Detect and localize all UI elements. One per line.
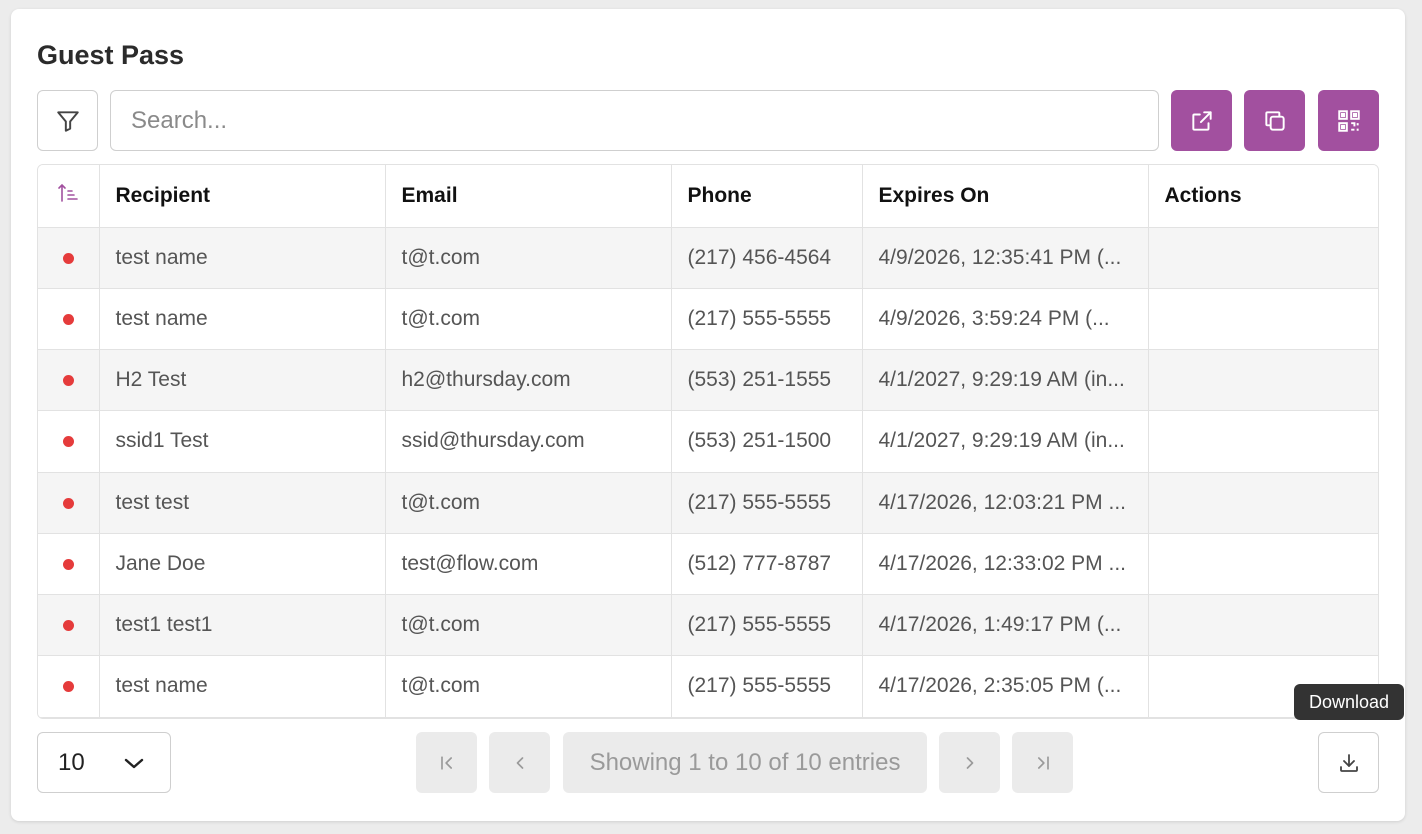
actions-cell [1148, 349, 1378, 412]
recipient-cell: test1 test1 [99, 594, 386, 657]
qr-code-button[interactable] [1318, 90, 1379, 151]
sort-ascending-icon [58, 183, 79, 202]
expires-cell: 4/9/2026, 3:59:24 PM (... [862, 288, 1149, 351]
page-size-select[interactable]: 10 [37, 732, 171, 793]
table-row[interactable]: test name t@t.com (217) 555-5555 4/9/202… [38, 288, 1378, 351]
email-cell: t@t.com [385, 594, 672, 657]
column-header-recipient[interactable]: Recipient [99, 165, 386, 228]
email-cell: test@flow.com [385, 533, 672, 596]
open-external-button[interactable] [1171, 90, 1232, 151]
filter-button[interactable] [37, 90, 98, 151]
actions-cell [1148, 410, 1378, 473]
actions-cell [1148, 288, 1378, 351]
table-row[interactable]: test test t@t.com (217) 555-5555 4/17/20… [38, 472, 1378, 534]
email-cell: t@t.com [385, 472, 672, 534]
chevron-right-icon [966, 756, 973, 769]
column-header-email[interactable]: Email [385, 165, 672, 228]
pagination-status: Showing 1 to 10 of 10 entries [563, 732, 927, 793]
email-cell: t@t.com [385, 655, 672, 718]
recipient-cell: Jane Doe [99, 533, 386, 596]
status-cell [38, 655, 100, 718]
status-cell [38, 472, 100, 534]
status-dot [62, 620, 74, 632]
page-title: Guest Pass [37, 40, 185, 70]
phone-cell: (217) 555-5555 [671, 288, 863, 351]
status-cell [38, 594, 100, 657]
status-dot [62, 558, 74, 570]
table-header-row: Recipient Email Phone Expires On Actions [38, 165, 1378, 228]
guest-pass-table: Recipient Email Phone Expires On Actions… [37, 164, 1379, 719]
prev-page-button[interactable] [489, 732, 550, 793]
table-row[interactable]: test name t@t.com (217) 456-4564 4/9/202… [38, 227, 1378, 289]
copy-button[interactable] [1244, 90, 1305, 151]
recipient-cell: test test [99, 472, 386, 534]
first-page-icon [440, 755, 452, 770]
recipient-cell: H2 Test [99, 349, 386, 412]
column-header-phone[interactable]: Phone [671, 165, 863, 228]
email-cell: t@t.com [385, 288, 672, 351]
page-size-value: 10 [58, 748, 85, 776]
status-cell [38, 533, 100, 596]
search-input[interactable] [110, 90, 1159, 151]
phone-cell: (217) 555-5555 [671, 655, 863, 718]
table-row[interactable]: test name t@t.com (217) 555-5555 4/17/20… [38, 655, 1378, 718]
status-cell [38, 288, 100, 351]
chevron-left-icon [516, 756, 523, 769]
recipient-cell: test name [99, 227, 386, 289]
table-row[interactable]: Jane Doe test@flow.com (512) 777-8787 4/… [38, 533, 1378, 596]
column-header-expires-on[interactable]: Expires On [862, 165, 1149, 228]
phone-cell: (553) 251-1555 [671, 349, 863, 412]
status-dot [62, 375, 74, 387]
recipient-cell: ssid1 Test [99, 410, 386, 473]
expires-cell: 4/1/2027, 9:29:19 AM (in... [862, 349, 1149, 412]
column-header-actions: Actions [1148, 165, 1378, 228]
phone-cell: (512) 777-8787 [671, 533, 863, 596]
table-row[interactable]: ssid1 Test ssid@thursday.com (553) 251-1… [38, 410, 1378, 473]
first-page-button[interactable] [416, 732, 477, 793]
download-button[interactable] [1318, 732, 1379, 793]
actions-cell [1148, 227, 1378, 289]
expires-cell: 4/17/2026, 2:35:05 PM (... [862, 655, 1149, 718]
recipient-cell: test name [99, 288, 386, 351]
last-page-button[interactable] [1012, 732, 1073, 793]
expires-cell: 4/17/2026, 12:33:02 PM ... [862, 533, 1149, 596]
expires-cell: 4/1/2027, 9:29:19 AM (in... [862, 410, 1149, 473]
chevron-down-icon [124, 758, 144, 769]
phone-cell: (217) 555-5555 [671, 472, 863, 534]
status-dot [62, 497, 74, 509]
qr-code-icon [1337, 109, 1360, 132]
last-page-icon [1037, 755, 1049, 770]
download-tooltip: Download [1294, 684, 1404, 720]
email-cell: ssid@thursday.com [385, 410, 672, 473]
external-link-icon [1191, 110, 1212, 131]
expires-cell: 4/9/2026, 12:35:41 PM (... [862, 227, 1149, 289]
status-dot [62, 252, 74, 264]
sort-toggle[interactable] [38, 165, 100, 228]
actions-cell [1148, 472, 1378, 534]
expires-cell: 4/17/2026, 1:49:17 PM (... [862, 594, 1149, 657]
status-cell [38, 410, 100, 473]
guest-pass-card: Guest Pass Recipient Email Phone [11, 9, 1405, 821]
email-cell: h2@thursday.com [385, 349, 672, 412]
status-dot [62, 313, 74, 325]
status-cell [38, 349, 100, 412]
status-cell [38, 227, 100, 289]
table-row[interactable]: test1 test1 t@t.com (217) 555-5555 4/17/… [38, 594, 1378, 657]
phone-cell: (217) 456-4564 [671, 227, 863, 289]
status-dot [62, 436, 74, 448]
status-dot [62, 681, 74, 693]
table-row[interactable]: H2 Test h2@thursday.com (553) 251-1555 4… [38, 349, 1378, 412]
next-page-button[interactable] [939, 732, 1000, 793]
actions-cell [1148, 533, 1378, 596]
email-cell: t@t.com [385, 227, 672, 289]
phone-cell: (553) 251-1500 [671, 410, 863, 473]
expires-cell: 4/17/2026, 12:03:21 PM ... [862, 472, 1149, 534]
recipient-cell: test name [99, 655, 386, 718]
download-icon [1339, 753, 1358, 772]
filter-icon [56, 110, 79, 132]
phone-cell: (217) 555-5555 [671, 594, 863, 657]
copy-icon [1264, 110, 1285, 131]
actions-cell [1148, 594, 1378, 657]
